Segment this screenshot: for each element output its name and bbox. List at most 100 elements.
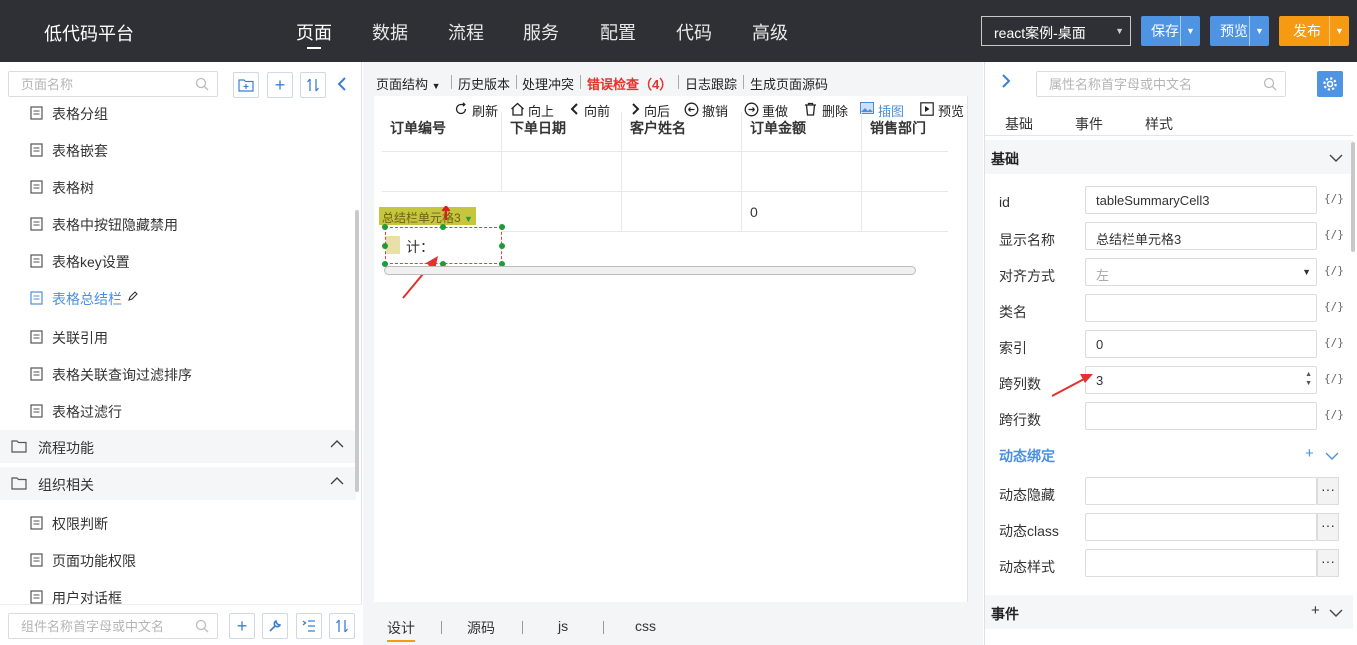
dynamic-class-input[interactable] xyxy=(1085,513,1317,541)
cell-handle[interactable] xyxy=(386,236,400,254)
prop-classname-input[interactable] xyxy=(1085,294,1317,322)
prop-id-input[interactable]: tableSummaryCell3 xyxy=(1085,186,1317,214)
publish-button[interactable]: 发布 ▼ xyxy=(1279,16,1349,46)
tree-group-org[interactable]: 组织相关 xyxy=(0,467,356,500)
nav-page[interactable]: 页面 xyxy=(296,19,332,45)
nav-config[interactable]: 配置 xyxy=(600,19,636,45)
preview-button[interactable]: 预览 ▼ xyxy=(1210,16,1269,46)
property-search-input[interactable] xyxy=(1037,72,1285,96)
chevron-up-icon[interactable] xyxy=(330,439,344,449)
resize-handle[interactable] xyxy=(499,243,505,249)
expression-icon[interactable]: {/} xyxy=(1324,264,1344,277)
save-button[interactable]: 保存 ▼ xyxy=(1141,16,1200,46)
expression-icon[interactable]: {/} xyxy=(1324,192,1344,205)
generate-source-button[interactable]: 生成页面源码 xyxy=(750,74,828,93)
project-select[interactable]: react案例-桌面 ▼ xyxy=(981,16,1131,46)
tab-style[interactable]: 样式 xyxy=(1145,114,1173,134)
more-options-button[interactable]: ··· xyxy=(1317,477,1339,505)
selected-component-tag[interactable]: 总结栏单元格3 ▼ xyxy=(379,207,476,225)
chevron-up-icon[interactable] xyxy=(330,476,344,486)
expression-icon[interactable]: {/} xyxy=(1324,228,1344,241)
wrench-button[interactable] xyxy=(262,613,288,639)
tree-group-flow[interactable]: 流程功能 xyxy=(0,430,356,463)
table-body-cell[interactable] xyxy=(742,152,862,192)
expand-panel-icon[interactable] xyxy=(1001,73,1011,89)
tree-item-related-ref[interactable]: 关联引用 xyxy=(0,318,356,355)
resize-handle[interactable] xyxy=(440,224,446,230)
tree-item-table-filter-row[interactable]: 表格过滤行 xyxy=(0,392,356,429)
prop-align-select[interactable]: 左 ▼ xyxy=(1085,258,1317,286)
add-binding-icon[interactable]: + xyxy=(1305,445,1314,462)
publish-dropdown-icon[interactable]: ▼ xyxy=(1329,16,1349,46)
collapse-panel-icon[interactable] xyxy=(336,76,348,92)
tab-js[interactable]: js xyxy=(558,618,568,634)
component-search-box[interactable] xyxy=(8,613,218,639)
nav-advanced[interactable]: 高级 xyxy=(752,19,788,45)
section-event-header[interactable]: 事件 + xyxy=(985,595,1353,629)
tab-basic[interactable]: 基础 xyxy=(1005,114,1033,134)
log-trace-button[interactable]: 日志跟踪 xyxy=(685,74,737,93)
preview-dropdown-icon[interactable]: ▼ xyxy=(1249,16,1269,46)
nav-service[interactable]: 服务 xyxy=(523,19,559,45)
tree-item-table-summary[interactable]: 表格总结栏 xyxy=(0,279,356,316)
pencil-icon[interactable] xyxy=(127,290,138,302)
component-sort-button[interactable] xyxy=(329,613,355,639)
tree-item-table-button-hide[interactable]: 表格中按钮隐藏禁用 xyxy=(0,205,356,242)
resize-handle[interactable] xyxy=(499,224,505,230)
design-canvas[interactable]: 刷新 向上 向前 向后 撤销 重做 删除 插图 预览 订单编号 下单日期 客户姓… xyxy=(374,96,967,604)
more-options-button[interactable]: ··· xyxy=(1317,513,1339,541)
tree-item-permission[interactable]: 权限判断 xyxy=(0,504,356,541)
chevron-down-icon[interactable] xyxy=(1325,451,1339,461)
table-body-cell[interactable] xyxy=(382,152,502,192)
summary-cell[interactable] xyxy=(622,192,742,232)
table-horizontal-scrollbar[interactable] xyxy=(384,266,916,275)
tab-design[interactable]: 设计 xyxy=(387,618,415,642)
resolve-conflict-button[interactable]: 处理冲突 xyxy=(522,74,574,93)
table-body-cell[interactable] xyxy=(862,152,948,192)
page-structure-menu[interactable]: 页面结构 ▼ xyxy=(376,74,441,93)
nav-data[interactable]: 数据 xyxy=(372,19,408,45)
indent-button[interactable] xyxy=(296,613,322,639)
tree-item-page-permission[interactable]: 页面功能权限 xyxy=(0,541,356,578)
expression-icon[interactable]: {/} xyxy=(1324,408,1344,421)
resize-handle[interactable] xyxy=(382,224,388,230)
nav-flow[interactable]: 流程 xyxy=(448,19,484,45)
section-basic-header[interactable]: 基础 xyxy=(985,140,1353,174)
history-version-button[interactable]: 历史版本 xyxy=(458,74,510,93)
dynamic-style-input[interactable] xyxy=(1085,549,1317,577)
tab-css[interactable]: css xyxy=(635,618,656,634)
nav-code[interactable]: 代码 xyxy=(676,19,712,45)
summary-cell[interactable] xyxy=(742,192,862,232)
more-options-button[interactable]: ··· xyxy=(1317,549,1339,577)
error-check-button[interactable]: 错误检查（4） xyxy=(587,74,672,93)
summary-cell[interactable] xyxy=(862,192,948,232)
property-search-box[interactable] xyxy=(1036,71,1286,97)
resize-handle[interactable] xyxy=(382,243,388,249)
property-settings-button[interactable] xyxy=(1317,71,1343,97)
table-body-cell[interactable] xyxy=(622,152,742,192)
prop-colspan-stepper[interactable]: 3 ▲ ▼ xyxy=(1085,366,1317,394)
right-scrollbar[interactable] xyxy=(1351,142,1355,252)
tree-item-table-nested[interactable]: 表格嵌套 xyxy=(0,131,356,168)
stepper-arrows-icon[interactable]: ▲ ▼ xyxy=(1305,370,1312,388)
dynamic-hide-input[interactable] xyxy=(1085,477,1317,505)
chevron-down-icon[interactable] xyxy=(1329,608,1343,618)
expression-icon[interactable]: {/} xyxy=(1324,372,1344,385)
tab-events[interactable]: 事件 xyxy=(1075,114,1103,134)
tree-item-table-filter-sort[interactable]: 表格关联查询过滤排序 xyxy=(0,355,356,392)
tree-item-table-tree[interactable]: 表格树 xyxy=(0,168,356,205)
save-dropdown-icon[interactable]: ▼ xyxy=(1180,16,1200,46)
left-scrollbar[interactable] xyxy=(355,210,359,492)
prop-index-input[interactable]: 0 xyxy=(1085,330,1317,358)
expression-icon[interactable]: {/} xyxy=(1324,336,1344,349)
page-search-input[interactable] xyxy=(9,72,217,96)
tab-source[interactable]: 源码 xyxy=(467,618,495,638)
table-body-cell[interactable] xyxy=(502,152,622,192)
component-search-input[interactable] xyxy=(9,614,217,638)
prop-rowspan-input[interactable] xyxy=(1085,402,1317,430)
expression-icon[interactable]: {/} xyxy=(1324,300,1344,313)
add-component-button[interactable]: + xyxy=(229,613,255,639)
tree-item-table-key[interactable]: 表格key设置 xyxy=(0,242,356,279)
summary-cell[interactable] xyxy=(502,192,622,232)
prop-display-name-input[interactable]: 总结栏单元格3 xyxy=(1085,222,1317,250)
